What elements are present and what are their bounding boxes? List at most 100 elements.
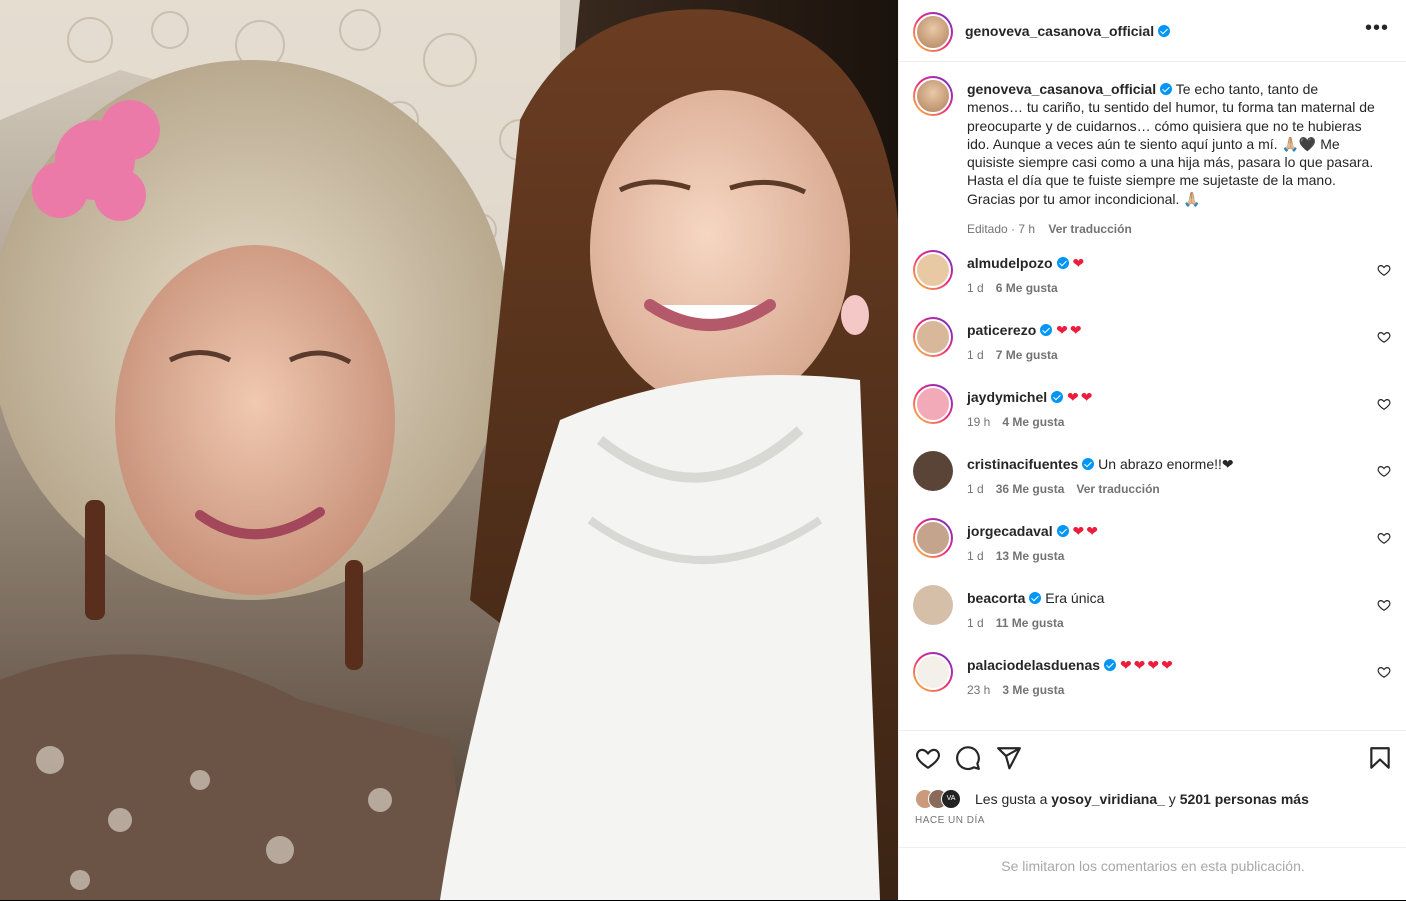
comment-like-heart-icon[interactable] xyxy=(1377,531,1391,545)
post-sidebar: genoveva_casanova_official ••• genoveva_… xyxy=(898,0,1406,900)
comment-meta: 19 h 4 Me gusta xyxy=(967,415,1088,429)
comment-time[interactable]: 1 d xyxy=(967,281,984,295)
author-avatar[interactable] xyxy=(913,12,953,52)
instagram-post-modal: genoveva_casanova_official ••• genoveva_… xyxy=(0,0,1406,900)
comment-like-heart-icon[interactable] xyxy=(1377,665,1391,679)
verified-badge-icon xyxy=(1158,25,1171,37)
comment-item: paticerezo ❤❤ 1 d 7 Me gusta xyxy=(913,317,1393,377)
commenter-avatar[interactable] xyxy=(913,317,953,357)
commenter-username[interactable]: palaciodelasduenas xyxy=(967,657,1100,673)
comment-likes[interactable]: 6 Me gusta xyxy=(996,281,1058,295)
post-date[interactable]: HACE UN DÍA xyxy=(915,815,985,826)
comment-body: ❤❤ xyxy=(1056,322,1084,338)
commenter-username[interactable]: almudelpozo xyxy=(967,255,1053,271)
comment-body: ❤❤❤❤ xyxy=(1119,657,1175,673)
comment-text: paticerezo ❤❤ xyxy=(967,322,1084,339)
comment-likes[interactable]: 11 Me gusta xyxy=(996,616,1064,630)
commenter-avatar[interactable] xyxy=(913,518,953,558)
comment-body: ❤ xyxy=(1072,255,1087,271)
commenter-username[interactable]: cristinacifuentes xyxy=(967,456,1078,472)
verified-badge-icon xyxy=(1056,257,1069,269)
comment-time[interactable]: 23 h xyxy=(967,683,990,697)
commenter-avatar[interactable] xyxy=(913,652,953,692)
edited-label: Editado xyxy=(967,222,1008,237)
comment-text: cristinacifuentes Un abrazo enorme!!❤ xyxy=(967,456,1234,473)
comment-likes[interactable]: 13 Me gusta xyxy=(996,549,1065,563)
comment-like-heart-icon[interactable] xyxy=(1377,263,1391,277)
verified-badge-icon xyxy=(1056,525,1069,537)
comment-likes[interactable]: 36 Me gusta xyxy=(996,482,1065,496)
comment-likes[interactable]: 4 Me gusta xyxy=(1002,415,1064,429)
likes-connector: y xyxy=(1168,791,1176,807)
commenter-username[interactable]: jorgecadaval xyxy=(967,523,1053,539)
more-options-icon[interactable]: ••• xyxy=(1365,18,1389,38)
comment-text: jorgecadaval ❤❤ xyxy=(967,523,1100,540)
commenter-avatar[interactable] xyxy=(913,585,953,625)
comment-time[interactable]: 1 d xyxy=(967,482,984,496)
comment-body: Un abrazo enorme!!❤ xyxy=(1098,456,1234,472)
verified-badge-icon xyxy=(1051,391,1064,403)
comment-meta: 1 d 7 Me gusta xyxy=(967,348,1082,362)
likes-user[interactable]: yosoy_viridiana_ xyxy=(1051,791,1165,807)
comment-item: jorgecadaval ❤❤ 1 d 13 Me gusta xyxy=(913,518,1393,578)
comment-text: almudelpozo ❤ xyxy=(967,255,1086,272)
share-icon[interactable] xyxy=(996,745,1022,771)
verified-badge-icon xyxy=(1029,592,1042,604)
comment-meta: 23 h 3 Me gusta xyxy=(967,683,1088,697)
caption-time[interactable]: 7 h xyxy=(1018,222,1035,236)
comment-item: cristinacifuentes Un abrazo enorme!!❤ 1 d… xyxy=(913,451,1393,511)
heart-icon[interactable] xyxy=(915,745,941,771)
commenter-username[interactable]: jaydymichel xyxy=(967,389,1047,405)
comment-likes[interactable]: 3 Me gusta xyxy=(1002,683,1064,697)
commenter-username[interactable]: beacorta xyxy=(967,590,1025,606)
translate-link[interactable]: Ver traducción xyxy=(1048,222,1131,236)
caption-meta: Editado · 7 h Ver traducción xyxy=(967,222,1132,237)
likes-others[interactable]: 5201 personas más xyxy=(1180,791,1309,807)
comment-item: palaciodelasduenas ❤❤❤❤ 23 h 3 Me gusta xyxy=(913,652,1393,712)
comments-limited-notice: Se limitaron los comentarios en esta pub… xyxy=(899,847,1406,887)
verified-badge-icon xyxy=(1104,659,1117,671)
verified-badge-icon xyxy=(1040,324,1053,336)
comment-like-heart-icon[interactable] xyxy=(1377,464,1391,478)
comment-time[interactable]: 1 d xyxy=(967,348,984,362)
avatar: VA xyxy=(941,789,961,809)
likes-summary: Les gusta a yosoy_viridiana_ y 5201 pers… xyxy=(975,791,1309,807)
comment-meta: 1 d 6 Me gusta xyxy=(967,281,1082,295)
likes-prefix: Les gusta a xyxy=(975,791,1048,807)
comment-body: ❤❤ xyxy=(1067,389,1095,405)
comment-meta: 1 d 36 Me gusta Ver traducción xyxy=(967,482,1172,496)
caption-author-avatar[interactable] xyxy=(913,76,953,116)
commenter-avatar[interactable] xyxy=(913,250,953,290)
comment-time[interactable]: 1 d xyxy=(967,549,984,563)
post-header: genoveva_casanova_official ••• xyxy=(899,0,1406,62)
verified-badge-icon xyxy=(1082,458,1095,470)
comment-text: beacorta Era única xyxy=(967,590,1104,606)
post-photo xyxy=(0,0,898,900)
comment-item: almudelpozo ❤ 1 d 6 Me gusta xyxy=(913,250,1393,310)
comment-translate-link[interactable]: Ver traducción xyxy=(1076,482,1159,496)
caption-username[interactable]: genoveva_casanova_official xyxy=(967,81,1156,97)
comment-like-heart-icon[interactable] xyxy=(1377,330,1391,344)
liked-by-avatars: VA xyxy=(915,789,971,809)
caption-body: genoveva_casanova_official Te echo tanto… xyxy=(967,80,1377,238)
comment-time[interactable]: 1 d xyxy=(967,616,984,630)
caption-text: Te echo tanto, tanto de menos… tu cariño… xyxy=(967,81,1375,207)
comment-body: Era única xyxy=(1045,590,1105,606)
comment-item: beacorta Era única 1 d 11 Me gusta xyxy=(913,585,1393,645)
bookmark-icon[interactable] xyxy=(1367,745,1393,771)
comment-text: jaydymichel ❤❤ xyxy=(967,389,1095,406)
comment-time[interactable]: 19 h xyxy=(967,415,990,429)
commenter-avatar[interactable] xyxy=(913,384,953,424)
verified-badge-icon xyxy=(1160,83,1173,95)
comment-body: ❤❤ xyxy=(1072,523,1100,539)
comment-icon[interactable] xyxy=(955,745,981,771)
commenter-username[interactable]: paticerezo xyxy=(967,322,1036,338)
comment-meta: 1 d 13 Me gusta xyxy=(967,549,1088,563)
comment-meta: 1 d 11 Me gusta xyxy=(967,616,1088,630)
comment-like-heart-icon[interactable] xyxy=(1377,397,1391,411)
comment-like-heart-icon[interactable] xyxy=(1377,598,1391,612)
author-username[interactable]: genoveva_casanova_official xyxy=(965,23,1154,39)
commenter-avatar[interactable] xyxy=(913,451,953,491)
comment-likes[interactable]: 7 Me gusta xyxy=(996,348,1058,362)
action-bar: VA Les gusta a yosoy_viridiana_ y 5201 p… xyxy=(899,730,1406,901)
